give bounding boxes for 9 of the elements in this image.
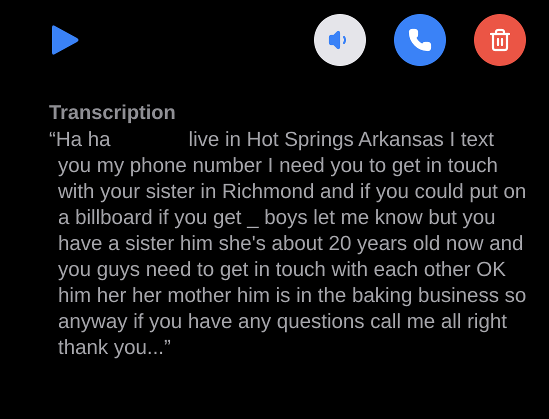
- speaker-button[interactable]: [314, 14, 366, 66]
- trash-icon: [488, 28, 512, 52]
- call-button[interactable]: [394, 14, 446, 66]
- transcription-text: “Ha ha live in Hot Springs Arkansas I text you my phone number I need you to get in touch with your sister in Richmond and if you could put on a billboard if you get _ boys let me know but you have a sister him she's about 20 years old now and you guys need to get in touch with each other OK him her her mother him is in the baking business so anyway if you have any questions call me all right thank you...”: [49, 127, 527, 361]
- phone-icon: [408, 28, 432, 52]
- play-icon: [50, 24, 80, 56]
- section-heading: Transcription: [49, 101, 176, 125]
- play-button[interactable]: [50, 24, 80, 56]
- delete-button[interactable]: [474, 14, 526, 66]
